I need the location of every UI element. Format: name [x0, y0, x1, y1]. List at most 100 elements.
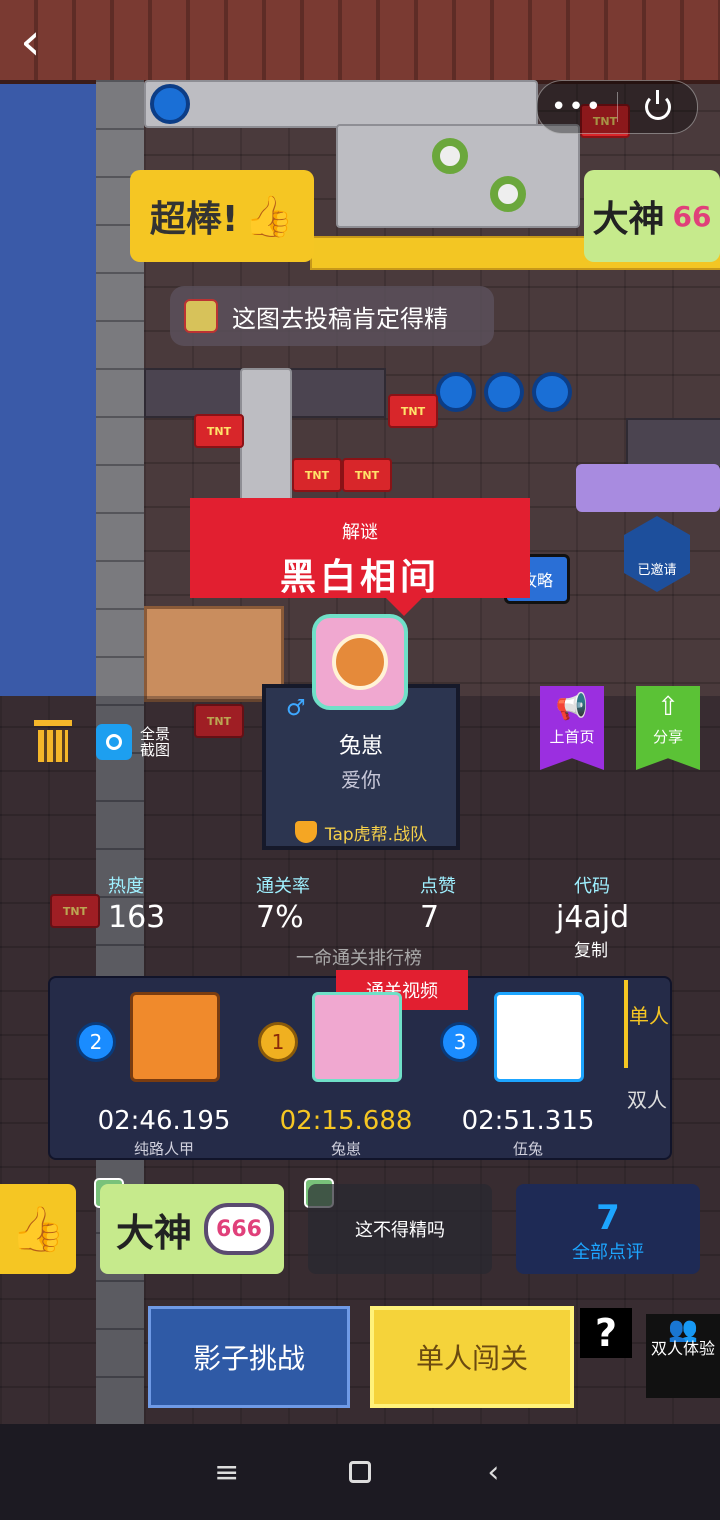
- gear-icon: [490, 176, 526, 212]
- gray-block-row: [144, 80, 538, 128]
- rank-badge-2: 2: [76, 1022, 116, 1062]
- all-reviews-button[interactable]: 7 全部点评: [516, 1184, 700, 1274]
- chat-bubble-text: 这图去投稿肯定得精: [232, 304, 448, 333]
- like-label: 点赞: [420, 876, 456, 897]
- male-icon: ♂: [286, 696, 306, 721]
- home-icon: [348, 1461, 371, 1483]
- level-category: 解谜: [342, 522, 378, 543]
- player-avatar-2[interactable]: [130, 992, 220, 1082]
- commenter-avatar-icon: [184, 299, 218, 333]
- sticker-great: 超棒! 👍: [130, 170, 314, 262]
- solo-run-button[interactable]: 单人闯关: [370, 1306, 574, 1408]
- rank-name-1: 兔崽: [330, 1140, 361, 1158]
- sticker-dashen-num: 66: [672, 199, 712, 233]
- tnt-block: TNT: [388, 394, 438, 428]
- author-avatar[interactable]: [312, 614, 408, 710]
- player-avatar-3[interactable]: [494, 992, 584, 1082]
- author-motto: 爱你: [341, 768, 381, 792]
- rank-badge-1: 1: [258, 1022, 298, 1062]
- blue-ring-icon: [150, 84, 190, 124]
- roof-tiles: [0, 0, 720, 84]
- pass-label: 通关率: [256, 876, 310, 897]
- duo-experience-button[interactable]: 👥 双人体验: [646, 1314, 720, 1398]
- stat-pass-rate: 通关率 7%: [256, 872, 310, 935]
- front-page-label: 上首页: [549, 728, 595, 746]
- share-icon: ⇧: [657, 692, 679, 722]
- stat-likes: 点赞 7: [420, 872, 456, 935]
- stat-code[interactable]: 代码 j4ajd: [556, 872, 629, 935]
- copy-code-button[interactable]: 复制: [574, 936, 608, 961]
- mini-program-capsule: •••: [536, 80, 698, 134]
- shadow-challenge-button[interactable]: 影子挑战: [148, 1306, 350, 1408]
- left-wall: [0, 84, 96, 696]
- thumbs-up-icon: 👍: [10, 1204, 66, 1255]
- heat-label: 热度: [108, 876, 144, 897]
- purple-block: [576, 464, 720, 512]
- back-nav-button[interactable]: ‹: [463, 1442, 523, 1502]
- two-people-icon: 👥: [668, 1315, 698, 1343]
- home-button[interactable]: [330, 1442, 390, 1502]
- gear-icon: [432, 138, 468, 174]
- duo-label: 双人体验: [650, 1339, 715, 1358]
- trash-icon: [34, 720, 72, 726]
- team-name: Tap虎帮.战队: [324, 824, 428, 845]
- menu-icon[interactable]: ≡: [197, 1442, 257, 1502]
- tnt-block: TNT: [342, 458, 392, 492]
- blue-up-icon: [484, 372, 524, 412]
- comment-text[interactable]: 这不得精吗: [308, 1184, 492, 1274]
- close-button[interactable]: [618, 90, 697, 120]
- like-value: 7: [420, 900, 440, 935]
- system-nav-bar: ≡ ‹: [0, 1424, 720, 1520]
- tab-single[interactable]: 单人: [624, 980, 670, 1068]
- tnt-block: TNT: [292, 458, 342, 492]
- code-value: j4ajd: [556, 900, 630, 935]
- rank-time-2: 02:46.195: [97, 1106, 231, 1136]
- comment-thumbs-up[interactable]: 👍: [0, 1184, 76, 1274]
- thumbs-up-icon: 👍: [244, 193, 295, 240]
- tab-double[interactable]: 双人: [624, 1068, 670, 1156]
- rank-badge-3: 3: [440, 1022, 480, 1062]
- sticker-dashen: 大神 66: [584, 170, 720, 262]
- team-shield-icon: [294, 821, 317, 843]
- rank-time-1: 02:15.688: [279, 1106, 413, 1136]
- trash-button[interactable]: [34, 720, 72, 762]
- review-count: 7: [596, 1198, 620, 1238]
- help-button[interactable]: ?: [580, 1308, 632, 1358]
- heat-value: 163: [108, 900, 166, 935]
- dashen-text: 大神: [116, 1210, 193, 1255]
- tnt-block: TNT: [194, 414, 244, 448]
- trash-can-body: [38, 730, 68, 762]
- power-icon: [644, 90, 671, 120]
- camera-button[interactable]: [96, 724, 132, 760]
- team-row[interactable]: Tap虎帮.战队: [266, 814, 456, 850]
- comment-dashen[interactable]: 大神 666: [100, 1184, 284, 1274]
- level-banner: 解谜 黑白相间: [190, 498, 530, 616]
- arrow-block: [626, 418, 720, 468]
- more-menu-button[interactable]: •••: [537, 92, 617, 122]
- chat-bubble: 这图去投稿肯定得精: [170, 286, 494, 346]
- stat-heat: 热度 163: [108, 872, 165, 935]
- sticker-dashen-text: 大神: [592, 199, 665, 240]
- shiba-avatar-icon: [332, 634, 388, 690]
- share-button[interactable]: ⇧ 分享: [636, 686, 700, 770]
- mode-tabs: 单人 双人: [624, 980, 670, 1156]
- panorama-screenshot-label[interactable]: 全景截图: [140, 726, 172, 758]
- rank-name-3: 伍兔: [512, 1140, 543, 1158]
- camera-icon: [106, 734, 122, 750]
- leaderboard-header: 一命通关排行榜: [296, 948, 422, 969]
- blue-up-icon: [532, 372, 572, 412]
- blue-up-icon: [436, 372, 476, 412]
- stone-column: [240, 368, 292, 512]
- rank-name-2: 纯路人甲: [133, 1140, 194, 1158]
- front-page-button[interactable]: 📢 上首页: [540, 686, 604, 770]
- back-button[interactable]: ‹: [20, 14, 70, 74]
- sticker-great-text: 超棒!: [149, 199, 239, 240]
- player-avatar-1[interactable]: [312, 992, 402, 1082]
- level-title: 黑白相间: [279, 557, 440, 598]
- arrow-block: [290, 368, 386, 418]
- back-icon: ‹: [487, 1454, 500, 1490]
- dashen-666-badge: 666: [204, 1203, 275, 1255]
- share-label: 分享: [652, 728, 683, 746]
- author-name: 兔崽: [338, 734, 383, 759]
- pass-value: 7%: [256, 900, 304, 935]
